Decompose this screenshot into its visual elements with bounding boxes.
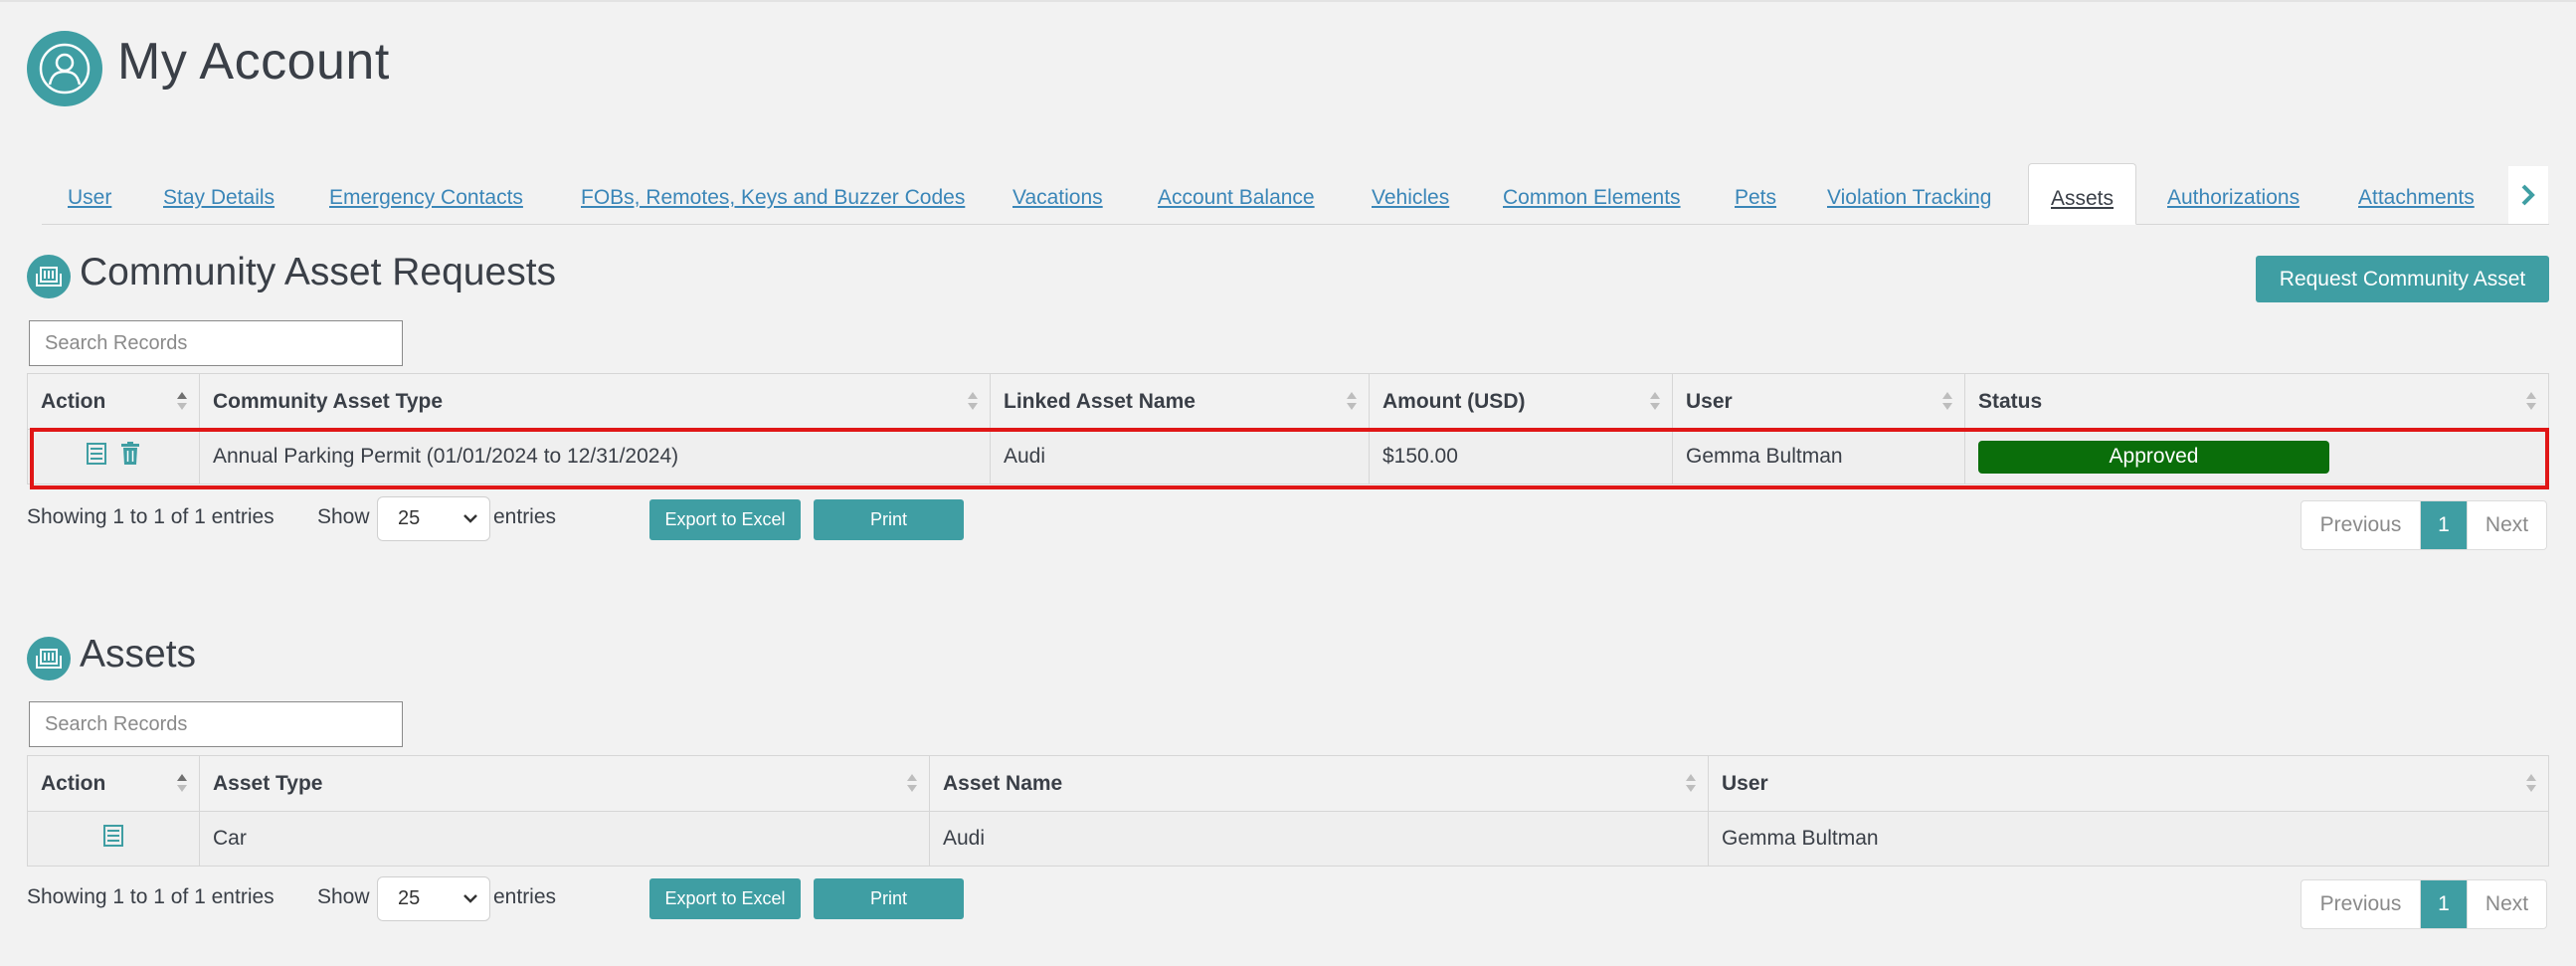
tab-fobs-remotes-keys[interactable]: FOBs, Remotes, Keys and Buzzer Codes bbox=[581, 163, 965, 225]
requests-page-size-select[interactable]: 25 bbox=[377, 496, 490, 541]
assets-page-size-select[interactable]: 25 bbox=[377, 876, 490, 921]
user-cell: Gemma Bultman bbox=[1708, 811, 2549, 867]
sort-icon bbox=[1942, 391, 1952, 412]
chevron-down-icon bbox=[461, 887, 479, 915]
requests-pagination: Previous 1 Next bbox=[2300, 500, 2547, 550]
sort-icon bbox=[1347, 391, 1357, 412]
column-header-user[interactable]: User bbox=[1672, 373, 1965, 430]
tab-attachments[interactable]: Attachments bbox=[2358, 163, 2475, 225]
linked-asset-cell: Audi bbox=[990, 429, 1370, 484]
pagination-page-1[interactable]: 1 bbox=[2421, 880, 2467, 928]
assets-title: Assets bbox=[80, 633, 197, 676]
assets-search-input[interactable] bbox=[29, 701, 403, 747]
assets-icon bbox=[27, 637, 71, 680]
account-tabs: User Stay Details Emergency Contacts FOB… bbox=[42, 163, 2549, 225]
asset-request-icon bbox=[27, 255, 71, 298]
tab-pets[interactable]: Pets bbox=[1735, 163, 1776, 225]
tab-account-balance[interactable]: Account Balance bbox=[1158, 163, 1315, 225]
column-header-linked-asset-name[interactable]: Linked Asset Name bbox=[990, 373, 1370, 430]
column-header-action[interactable]: Action bbox=[27, 755, 200, 812]
column-header-action[interactable]: Action bbox=[27, 373, 200, 430]
assets-showing-info: Showing 1 to 1 of 1 entries bbox=[27, 885, 275, 908]
view-details-icon[interactable] bbox=[103, 825, 123, 853]
asset-type-cell: Annual Parking Permit (01/01/2024 to 12/… bbox=[199, 429, 991, 484]
sort-icon bbox=[2526, 773, 2536, 794]
user-cell: Gemma Bultman bbox=[1672, 429, 1965, 484]
chevron-down-icon bbox=[461, 507, 479, 535]
pagination-page-1[interactable]: 1 bbox=[2421, 501, 2467, 549]
sort-icon bbox=[177, 391, 187, 412]
requests-table: Action Community Asset Type Linked Asset… bbox=[27, 373, 2549, 484]
user-avatar-icon bbox=[27, 31, 102, 106]
column-header-user[interactable]: User bbox=[1708, 755, 2549, 812]
tab-common-elements[interactable]: Common Elements bbox=[1503, 163, 1681, 225]
tab-emergency-contacts[interactable]: Emergency Contacts bbox=[329, 163, 523, 225]
requests-title: Community Asset Requests bbox=[80, 251, 557, 293]
assets-table: Action Asset Type Asset Name User Car Au… bbox=[27, 755, 2549, 867]
action-cell bbox=[27, 811, 200, 867]
tab-authorizations[interactable]: Authorizations bbox=[2167, 163, 2300, 225]
tab-user[interactable]: User bbox=[68, 163, 111, 225]
requests-export-excel-button[interactable]: Export to Excel bbox=[649, 499, 801, 540]
requests-showing-info: Showing 1 to 1 of 1 entries bbox=[27, 505, 275, 528]
column-header-status[interactable]: Status bbox=[1964, 373, 2549, 430]
table-row: Annual Parking Permit (01/01/2024 to 12/… bbox=[27, 429, 2549, 484]
request-community-asset-button[interactable]: Request Community Asset bbox=[2256, 256, 2549, 302]
view-details-icon[interactable] bbox=[87, 443, 107, 471]
status-badge: Approved bbox=[1978, 440, 2329, 474]
page-title: My Account bbox=[117, 33, 390, 91]
pagination-previous[interactable]: Previous bbox=[2301, 501, 2421, 549]
table-row: Car Audi Gemma Bultman bbox=[27, 811, 2549, 867]
assets-show-label: Show bbox=[317, 885, 370, 908]
assets-export-excel-button[interactable]: Export to Excel bbox=[649, 878, 801, 919]
column-header-asset-type[interactable]: Asset Type bbox=[199, 755, 930, 812]
requests-print-button[interactable]: Print bbox=[814, 499, 964, 540]
assets-entries-label: entries bbox=[493, 885, 557, 908]
tab-vehicles[interactable]: Vehicles bbox=[1372, 163, 1449, 225]
sort-icon bbox=[2526, 391, 2536, 412]
pagination-previous[interactable]: Previous bbox=[2301, 880, 2421, 928]
tab-assets[interactable]: Assets bbox=[2028, 163, 2137, 225]
sort-icon bbox=[1650, 391, 1660, 412]
sort-icon bbox=[1686, 773, 1696, 794]
table-header-row: Action Asset Type Asset Name User bbox=[27, 755, 2549, 812]
pagination-next[interactable]: Next bbox=[2467, 501, 2546, 549]
table-header-row: Action Community Asset Type Linked Asset… bbox=[27, 373, 2549, 430]
asset-name-cell: Audi bbox=[929, 811, 1709, 867]
assets-print-button[interactable]: Print bbox=[814, 878, 964, 919]
tab-vacations[interactable]: Vacations bbox=[1012, 163, 1103, 225]
amount-cell: $150.00 bbox=[1369, 429, 1673, 484]
column-header-asset-name[interactable]: Asset Name bbox=[929, 755, 1709, 812]
assets-pagination: Previous 1 Next bbox=[2300, 879, 2547, 929]
sort-icon bbox=[968, 391, 978, 412]
sort-icon bbox=[907, 773, 917, 794]
tab-violation-tracking[interactable]: Violation Tracking bbox=[1827, 163, 1991, 225]
requests-search-input[interactable] bbox=[29, 320, 403, 366]
requests-show-label: Show bbox=[317, 505, 370, 528]
trash-icon[interactable] bbox=[120, 442, 140, 472]
tab-stay-details[interactable]: Stay Details bbox=[163, 163, 275, 225]
requests-entries-label: entries bbox=[493, 505, 557, 528]
column-header-amount[interactable]: Amount (USD) bbox=[1369, 373, 1673, 430]
status-cell: Approved bbox=[1964, 429, 2549, 484]
asset-type-cell: Car bbox=[199, 811, 930, 867]
pagination-next[interactable]: Next bbox=[2467, 880, 2546, 928]
sort-icon bbox=[177, 773, 187, 794]
chevron-right-icon[interactable] bbox=[2508, 166, 2548, 224]
action-cell bbox=[27, 429, 200, 484]
column-header-community-asset-type[interactable]: Community Asset Type bbox=[199, 373, 991, 430]
